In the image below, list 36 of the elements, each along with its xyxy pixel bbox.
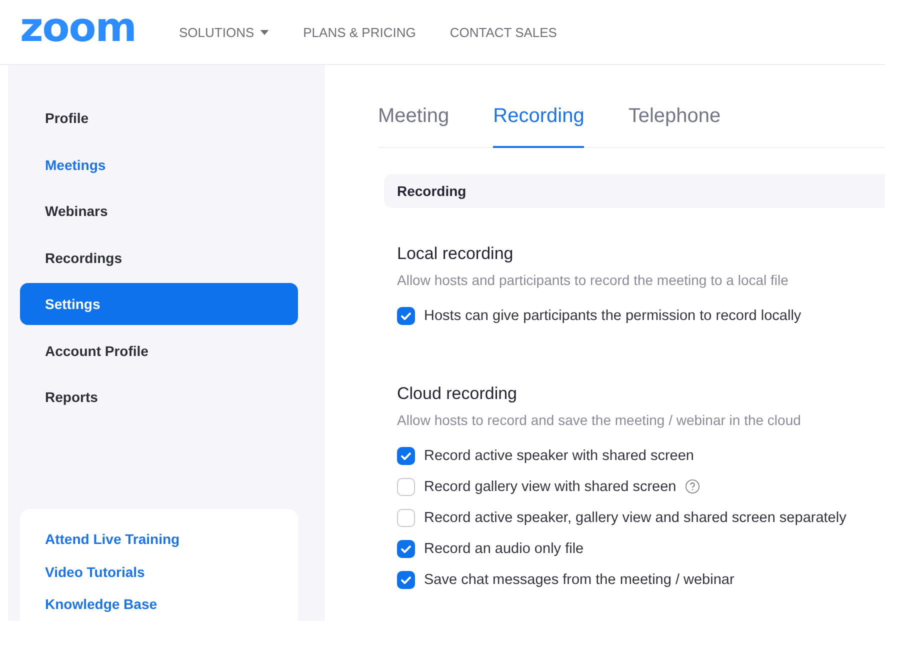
- help-link[interactable]: Attend Live Training: [45, 523, 298, 556]
- help-link[interactable]: Video Tutorials: [45, 556, 298, 588]
- checkbox[interactable]: [397, 478, 415, 496]
- section-title: Recording: [397, 183, 466, 199]
- sidebar-item[interactable]: Profile: [20, 97, 298, 139]
- sidebar-item[interactable]: Settings: [20, 283, 298, 325]
- nav-link[interactable]: PLANS & PRICING: [303, 24, 416, 40]
- caret-icon: [260, 30, 270, 34]
- group-title: Cloud recording: [397, 384, 518, 404]
- checkbox[interactable]: [397, 570, 415, 588]
- sidebar-item[interactable]: Meetings: [20, 144, 298, 186]
- sidebar-item[interactable]: Recordings: [20, 236, 298, 278]
- option-label: Record an audio only file: [424, 540, 584, 556]
- zoom-logo[interactable]: zoom: [20, 8, 145, 48]
- option-label: Record gallery view with shared screen: [424, 478, 676, 494]
- checkbox[interactable]: [397, 446, 415, 464]
- nav-link[interactable]: SOLUTIONS: [179, 24, 270, 40]
- group-description: Allow hosts and participants to record the meeting to a local file: [397, 272, 790, 288]
- group-title: Local recording: [397, 244, 514, 264]
- tab[interactable]: Recording: [493, 105, 584, 148]
- option-label: Record active speaker with shared screen: [424, 448, 694, 464]
- sidebar-item[interactable]: Webinars: [20, 190, 298, 232]
- sidebar-item[interactable]: Account Profile: [20, 330, 298, 372]
- group-description: Allow hosts to record and save the meeting / webinar in the cloud: [397, 412, 802, 428]
- nav-link[interactable]: CONTACT SALES: [450, 24, 557, 40]
- option-label: Hosts can give participants the permission to record locally: [424, 308, 802, 324]
- checkbox[interactable]: [397, 306, 415, 324]
- option-label: Record active speaker, gallery view and shared screen separately: [424, 510, 846, 526]
- tab[interactable]: Telephone: [628, 105, 721, 148]
- checkbox[interactable]: [397, 540, 415, 558]
- option-label: Save chat messages from the meeting / webinar: [424, 572, 734, 588]
- tab[interactable]: Meeting: [378, 105, 450, 148]
- help-icon[interactable]: [685, 479, 700, 494]
- sidebar-item[interactable]: Reports: [20, 376, 298, 418]
- help-link[interactable]: Knowledge Base: [45, 588, 298, 622]
- checkbox[interactable]: [397, 508, 415, 526]
